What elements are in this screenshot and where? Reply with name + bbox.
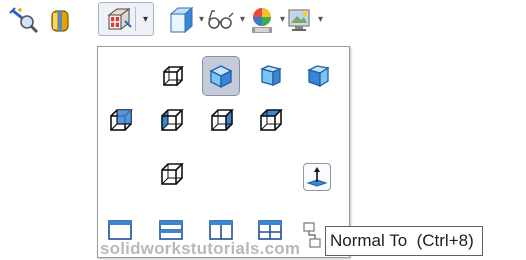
- left-view-button[interactable]: [155, 103, 189, 137]
- link-views-icon: [303, 222, 321, 248]
- dimetric-view-icon: [260, 65, 283, 86]
- two-view-vertical-icon: [209, 220, 233, 240]
- hide-show-items-button[interactable]: ▾: [205, 4, 245, 36]
- front-view-button[interactable]: [156, 59, 190, 93]
- right-view-button[interactable]: [205, 103, 239, 137]
- apply-scene-dropdown-arrow[interactable]: ▾: [318, 15, 323, 25]
- dimetric-view-button[interactable]: [253, 59, 287, 93]
- back-view-icon: [110, 109, 133, 131]
- trimetric-view-button[interactable]: [301, 59, 335, 93]
- hide-show-items-dropdown-arrow[interactable]: ▾: [240, 15, 245, 25]
- heads-up-view-toolbar: ▾ ▾ ▾ ▾ ▾: [0, 0, 526, 44]
- bottom-view-button[interactable]: [155, 157, 189, 191]
- normal-to-icon: [306, 167, 328, 187]
- trimetric-view-icon: [307, 65, 330, 88]
- left-view-icon: [161, 109, 184, 131]
- top-view-icon: [260, 109, 283, 131]
- view-orientation-icon: [107, 8, 132, 30]
- hide-show-items-icon: [208, 10, 234, 29]
- isometric-view-icon: [209, 65, 233, 89]
- top-view-button[interactable]: [254, 103, 288, 137]
- watermark: solidworkstutorials.com: [100, 239, 301, 258]
- bottom-view-icon: [161, 163, 184, 185]
- view-orientation-button[interactable]: ▾: [98, 2, 154, 36]
- view-orientation-flyout: [97, 46, 350, 258]
- zoom-to-area-icon: [9, 7, 39, 34]
- display-style-dropdown-arrow[interactable]: ▾: [199, 15, 204, 25]
- link-views-button[interactable]: [298, 219, 328, 253]
- normal-to-tooltip: Normal To (Ctrl+8): [325, 226, 483, 256]
- apply-scene-icon: [288, 9, 310, 31]
- two-view-horizontal-icon: [159, 220, 183, 240]
- right-view-icon: [211, 109, 234, 131]
- four-view-icon: [258, 220, 282, 240]
- split-separator: [135, 7, 136, 31]
- display-style-icon: [169, 6, 194, 34]
- section-view-icon: [51, 10, 69, 32]
- front-view-icon: [163, 66, 184, 86]
- back-view-button[interactable]: [104, 103, 138, 137]
- single-view-icon: [108, 220, 132, 240]
- normal-to-button[interactable]: [303, 163, 331, 191]
- zoom-to-area-button[interactable]: [8, 4, 40, 36]
- display-style-button[interactable]: ▾: [168, 4, 204, 36]
- section-view-button[interactable]: [44, 4, 76, 36]
- edit-appearance-icon: [252, 8, 272, 33]
- isometric-view-button[interactable]: [202, 56, 240, 96]
- view-orientation-dropdown-arrow[interactable]: ▾: [143, 15, 148, 25]
- apply-scene-button[interactable]: ▾: [285, 4, 323, 36]
- edit-appearance-button[interactable]: ▾: [247, 4, 285, 36]
